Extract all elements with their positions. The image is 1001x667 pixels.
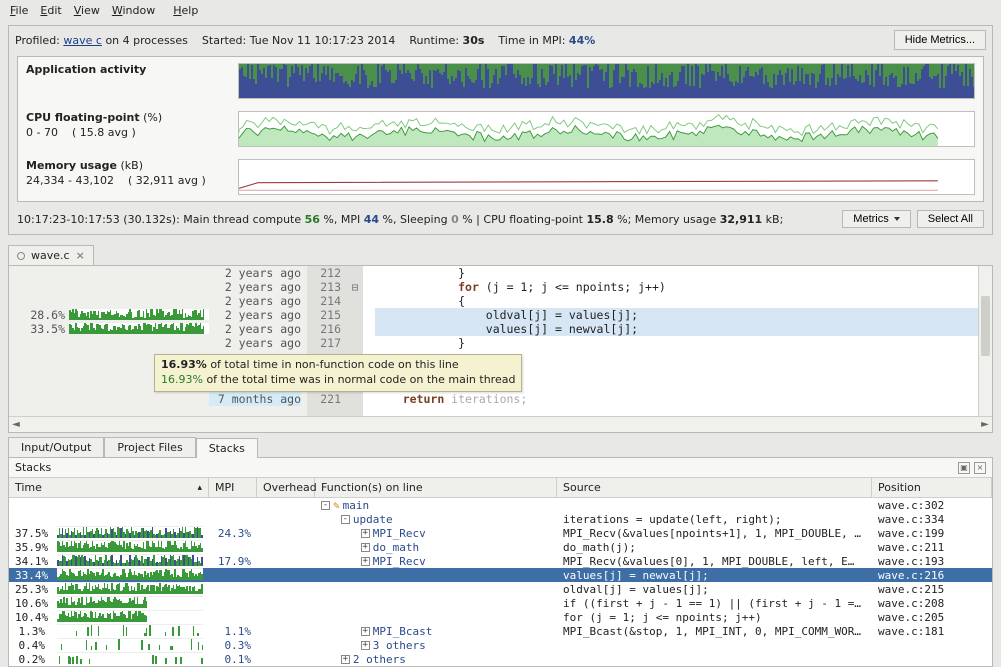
stack-row[interactable]: 0.2%0.1% +2 others	[9, 652, 992, 666]
metrics-box: Application activity CPU floating-point …	[17, 56, 984, 202]
horizontal-scrollbar[interactable]: ◄ ►	[9, 416, 992, 432]
runtime-value: 30s	[463, 34, 485, 47]
tree-toggle-icon[interactable]: +	[361, 543, 370, 552]
tree-toggle-icon[interactable]: -	[321, 501, 330, 510]
stack-row[interactable]: 1.3%1.1% +MPI_BcastMPI_Bcast(&stop, 1, M…	[9, 624, 992, 638]
menu-help[interactable]: Help	[167, 2, 204, 19]
source-line[interactable]: }	[375, 266, 992, 280]
stack-row[interactable]: 34.1%17.9% +MPI_RecvMPI_Recv(&values[0],…	[9, 554, 992, 568]
stack-row[interactable]: -updateiterations = update(left, right);…	[9, 512, 992, 526]
stack-row[interactable]: 37.5%24.3% +MPI_RecvMPI_Recv(&values[npo…	[9, 526, 992, 540]
close-icon[interactable]: ×	[76, 249, 85, 262]
cpu-fp-title: CPU floating-point	[26, 111, 140, 124]
source-line[interactable]: oldval[j] = values[j];	[375, 308, 992, 322]
cpu-fp-graph[interactable]	[238, 111, 975, 147]
tab-stacks[interactable]: Stacks	[196, 438, 258, 458]
stack-row[interactable]: 35.9% +do_mathdo_math(j);wave.c:211	[9, 540, 992, 554]
detach-icon[interactable]: ▣	[958, 462, 970, 474]
overview-panel: Profiled: wave c on 4 processes Started:…	[8, 25, 993, 235]
menu-file[interactable]: File	[4, 2, 34, 19]
cpu-fp-unit: (%)	[143, 111, 162, 124]
application-activity-graph[interactable]	[238, 63, 975, 99]
stack-row[interactable]: -✎mainwave.c:302	[9, 498, 992, 512]
tree-toggle-icon[interactable]: +	[361, 529, 370, 538]
tree-toggle-icon[interactable]: +	[361, 627, 370, 636]
stack-row[interactable]: 33.4% values[j] = newval[j];wave.c:216	[9, 568, 992, 582]
stack-row[interactable]: 0.4%0.3% +3 others	[9, 638, 992, 652]
tree-toggle-icon[interactable]: +	[361, 557, 370, 566]
menubar: File Edit View Window Help	[0, 0, 1001, 21]
column-time[interactable]: Time▴	[9, 478, 209, 497]
profiled-label: Profiled:	[15, 34, 63, 47]
tree-toggle-icon[interactable]: -	[341, 515, 350, 524]
status-compute-pct: 56	[305, 213, 320, 226]
tree-toggle-icon[interactable]: +	[361, 641, 370, 650]
source-line[interactable]: for (j = 1; j <= npoints; j++)	[375, 280, 992, 294]
status-cpufp: 15.8	[587, 213, 614, 226]
profile-info-row: Profiled: wave c on 4 processes Started:…	[9, 26, 992, 56]
cpu-fp-avg: ( 15.8 avg )	[72, 126, 136, 139]
stacks-panel: Stacks ▣ × Time▴ MPI Overhead Function(s…	[8, 457, 993, 667]
menu-view[interactable]: View	[68, 2, 106, 19]
profiled-processes: on 4 processes	[102, 34, 188, 47]
menu-window[interactable]: Window	[106, 2, 161, 19]
activity-title: Application activity	[26, 63, 226, 78]
stacks-table-body: -✎mainwave.c:302 -updateiterations = upd…	[9, 498, 992, 666]
memory-unit: (kB)	[121, 159, 144, 172]
tab-project-files[interactable]: Project Files	[104, 437, 195, 457]
memory-avg: ( 32,911 avg )	[128, 174, 206, 187]
tree-toggle-icon[interactable]: +	[341, 655, 350, 664]
column-source[interactable]: Source	[557, 478, 872, 497]
file-tab-wave-c[interactable]: wave.c ×	[8, 245, 94, 265]
source-line[interactable]: }	[375, 336, 992, 350]
file-tabs: wave.c ×	[8, 245, 993, 265]
source-line[interactable]: {	[375, 294, 992, 308]
status-bar: 10:17:23-10:17:53 (30.132s): Main thread…	[9, 206, 992, 234]
started-label: Started: Tue Nov 11 10:17:23 2014	[202, 34, 395, 47]
scroll-left-icon[interactable]: ◄	[9, 419, 23, 430]
select-all-button[interactable]: Select All	[917, 210, 984, 228]
column-position[interactable]: Position	[872, 478, 992, 497]
sort-asc-icon: ▴	[197, 483, 202, 493]
line-time-tooltip: 16.93% of total time in non-function cod…	[154, 354, 522, 392]
hide-metrics-button[interactable]: Hide Metrics...	[894, 30, 986, 50]
vertical-scrollbar[interactable]	[978, 266, 992, 416]
file-tab-label: wave.c	[31, 249, 70, 262]
metrics-dropdown-button[interactable]: Metrics	[842, 210, 910, 228]
stack-row[interactable]: 10.4% for (j = 1; j <= npoints; j++)wave…	[9, 610, 992, 624]
column-function[interactable]: Function(s) on line	[315, 478, 557, 497]
column-mpi[interactable]: MPI	[209, 478, 257, 497]
source-line[interactable]: values[j] = newval[j];	[375, 322, 992, 336]
runtime-label: Runtime:	[409, 34, 462, 47]
memory-usage-graph[interactable]	[238, 159, 975, 195]
menu-edit[interactable]: Edit	[34, 2, 67, 19]
stack-row[interactable]: 10.6% if ((first + j - 1 == 1) || (first…	[9, 596, 992, 610]
source-line[interactable]: return iterations;	[375, 392, 992, 406]
profiled-target-link[interactable]: wave c	[63, 34, 102, 47]
close-panel-icon[interactable]: ×	[974, 462, 986, 474]
status-mem: 32,911	[720, 213, 762, 226]
status-sleep-pct: 0	[451, 213, 459, 226]
main-icon: ✎	[333, 499, 340, 512]
source-pane: 28.6%33.5%2 years ago2 years ago2 years …	[8, 265, 993, 433]
column-overhead[interactable]: Overhead	[257, 478, 315, 497]
memory-range: 24,334 - 43,102	[26, 174, 114, 187]
stack-row[interactable]: 25.3% oldval[j] = values[j];wave.c:215	[9, 582, 992, 596]
tab-input-output[interactable]: Input/Output	[8, 437, 104, 457]
memory-title: Memory usage	[26, 159, 117, 172]
bottom-tabs: Input/Output Project Files Stacks	[8, 437, 993, 457]
file-tab-icon	[17, 252, 25, 260]
mpi-time-value: 44%	[569, 34, 595, 47]
stacks-column-header: Time▴ MPI Overhead Function(s) on line S…	[9, 477, 992, 498]
status-mpi-pct: 44	[364, 213, 379, 226]
cpu-fp-range: 0 - 70	[26, 126, 58, 139]
mpi-time-label: Time in MPI:	[498, 34, 569, 47]
scroll-right-icon[interactable]: ►	[978, 419, 992, 430]
stacks-title: Stacks	[15, 461, 51, 474]
